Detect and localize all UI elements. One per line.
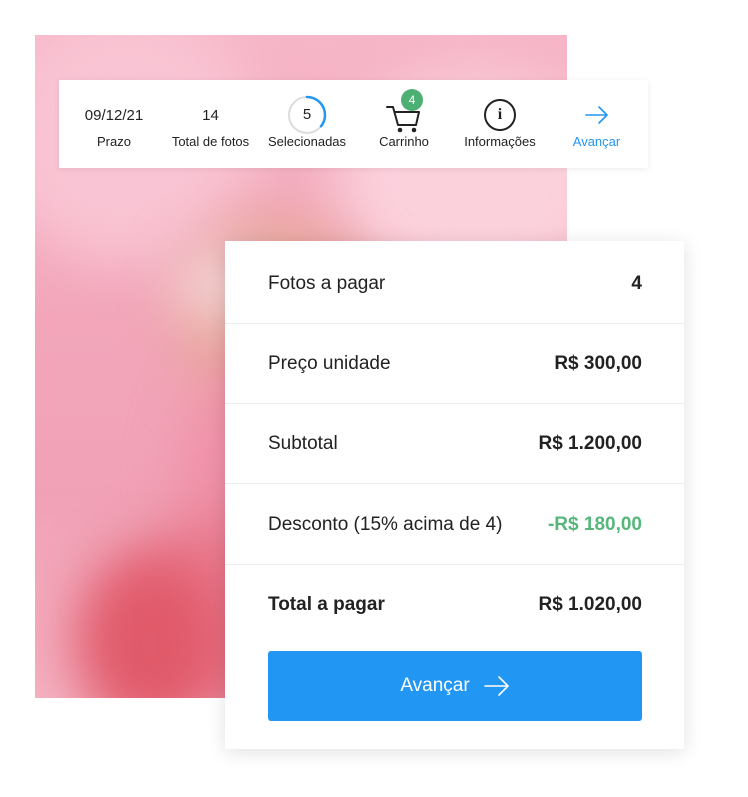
total-label: Total a pagar [268,594,385,615]
advance-button-label: Avançar [400,675,470,696]
summary-row-subtotal: Subtotal R$ 1.200,00 [225,404,684,484]
summary-row-unit-price: Preço unidade R$ 300,00 [225,324,684,404]
deadline-label: Prazo [97,134,131,149]
total-photos-value: 14 [202,106,219,124]
unit-price-label: Preço unidade [268,352,391,374]
arrow-right-icon [483,676,509,696]
info-label: Informações [464,134,536,149]
selected-count: 5 [302,106,312,123]
summary-row-photos: Fotos a pagar 4 [225,244,684,324]
cart-label: Carrinho [379,134,429,149]
subtotal-value: R$ 1.200,00 [538,432,642,454]
advance-button[interactable]: Avançar [268,651,642,721]
photos-to-pay-label: Fotos a pagar [268,272,386,294]
advance-toolbar-label: Avançar [572,134,621,149]
cart-item[interactable]: 4 Carrinho [364,80,444,168]
selected-item[interactable]: 5 Selecionadas [263,80,351,168]
selected-label: Selecionadas [267,134,347,149]
discount-value: -R$ 180,00 [547,513,642,535]
selection-toolbar: 09/12/21 Prazo 14 Total de fotos 5 Selec… [59,80,648,168]
summary-row-total: Total a pagar R$ 1.020,00 [225,565,684,645]
discount-label: Desconto (15% acima de 4) [268,513,503,535]
info-item[interactable]: i Informações [454,80,546,168]
payment-summary-card: Fotos a pagar 4 Preço unidade R$ 300,00 … [225,241,684,749]
photos-to-pay-value: 4 [631,272,642,294]
deadline-item: 09/12/21 Prazo [69,80,159,168]
arrow-right-icon [584,106,608,124]
selection-progress-ring: 5 [287,95,327,135]
total-value: R$ 1.020,00 [538,594,642,615]
total-photos-item: 14 Total de fotos [163,80,258,168]
unit-price-value: R$ 300,00 [554,352,642,374]
summary-row-discount: Desconto (15% acima de 4) -R$ 180,00 [225,485,684,565]
cart-badge: 4 [401,89,423,111]
cart-icon: 4 [384,89,424,135]
advance-toolbar-button[interactable]: Avançar [559,80,634,168]
deadline-value: 09/12/21 [84,106,144,124]
subtotal-label: Subtotal [268,432,338,454]
total-photos-label: Total de fotos [171,134,250,149]
info-icon: i [484,99,516,131]
